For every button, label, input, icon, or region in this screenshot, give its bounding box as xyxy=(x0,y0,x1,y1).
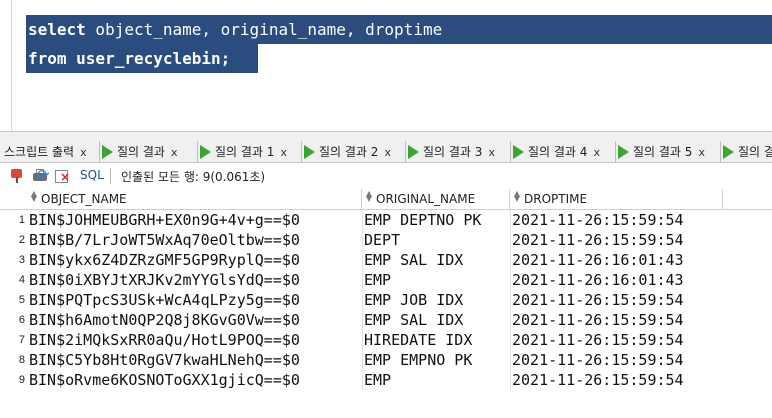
row-number-header xyxy=(0,189,27,209)
tab-query-result[interactable]: 질의 결과 x xyxy=(99,141,178,162)
sql-editor[interactable]: select object_name, original_name, dropt… xyxy=(0,0,772,131)
cell-original-name[interactable]: EMP JOB IDX xyxy=(364,290,510,310)
tab-label: 질의 결과 3 xyxy=(423,145,483,159)
play-icon xyxy=(618,145,629,159)
play-icon xyxy=(513,145,524,159)
tab-close-icon[interactable]: x xyxy=(171,146,178,159)
tab-close-icon[interactable]: x xyxy=(593,146,600,159)
select-columns: object_name, original_name, droptime xyxy=(85,20,443,39)
sql-button[interactable]: SQL xyxy=(80,168,104,182)
tab-close-icon[interactable]: x xyxy=(80,146,87,159)
tab-close-icon[interactable]: x xyxy=(698,146,705,159)
tab-query-result-4[interactable]: 질의 결과 4 x xyxy=(510,141,600,162)
row-number: 8 xyxy=(18,354,25,366)
tab-query-result-2[interactable]: 질의 결과 2 x xyxy=(301,141,391,162)
sort-icon[interactable]: ▲ ▼ xyxy=(30,190,38,203)
code-line-2[interactable]: from user_recyclebin; xyxy=(26,44,258,73)
cell-object-name[interactable]: BIN$JOHMEUBGRH+EX0n9G+4v+g==$0 xyxy=(29,210,362,230)
cell-object-name[interactable]: BIN$ykx6Z4DZRzGMF5GP9RyplQ==$0 xyxy=(29,250,362,270)
row-number: 3 xyxy=(18,254,25,266)
tab-close-icon[interactable]: x xyxy=(488,146,495,159)
column-header-droptime[interactable]: ▲ ▼ DROPTIME xyxy=(510,189,723,209)
row-number: 9 xyxy=(18,374,25,386)
row-number: 1 xyxy=(18,214,25,226)
tab-label: 질의 결과 1 xyxy=(215,145,275,159)
tab-label: 질의 결 xyxy=(738,145,772,159)
tab-query-result-3[interactable]: 질의 결과 3 x xyxy=(405,141,495,162)
refresh-icon[interactable]: ⟳ xyxy=(37,167,53,183)
cell-object-name[interactable]: BIN$0iXBYJtXRJKv2mYYGlsYdQ==$0 xyxy=(29,270,362,290)
tab-script-output[interactable]: 스크립트 출력 x xyxy=(4,141,87,162)
cell-droptime[interactable]: 2021-11-26:15:59:54 xyxy=(512,350,772,370)
results-toolbar: ⟳ × SQL 인출된 모든 행: 9(0.061초) xyxy=(0,163,772,189)
cell-original-name[interactable]: EMP xyxy=(364,370,510,390)
row-number: 5 xyxy=(18,294,25,306)
cell-droptime[interactable]: 2021-11-26:15:59:54 xyxy=(512,310,772,330)
column-header-object-name[interactable]: ▲ ▼ OBJECT_NAME xyxy=(27,189,362,209)
cell-original-name[interactable]: EMP xyxy=(364,270,510,290)
tab-label: 질의 결과 2 xyxy=(319,145,379,159)
select-keyword: select xyxy=(28,20,86,39)
cell-droptime[interactable]: 2021-11-26:16:01:43 xyxy=(512,270,772,290)
play-icon xyxy=(102,145,113,159)
play-icon xyxy=(408,145,419,159)
table-row[interactable]: 4 BIN$0iXBYJtXRJKv2mYYGlsYdQ==$0 EMP 2021-1… xyxy=(0,270,772,290)
tab-label: 질의 결과 xyxy=(117,145,165,159)
results-grid[interactable]: ▲ ▼ OBJECT_NAME ▲ ▼ ORIGINAL_NAME ▲ ▼ DROPTIME… xyxy=(0,189,772,418)
fetch-status: 인출된 모든 행: 9(0.061초) xyxy=(121,170,266,184)
tab-label: 질의 결과 5 xyxy=(633,145,693,159)
play-icon xyxy=(304,145,315,159)
cell-original-name[interactable]: HIREDATE IDX xyxy=(364,330,510,350)
cell-droptime[interactable]: 2021-11-26:16:01:43 xyxy=(512,250,772,270)
cell-original-name[interactable]: EMP SAL IDX xyxy=(364,310,510,330)
table-row[interactable]: 1 BIN$JOHMEUBGRH+EX0n9G+4v+g==$0 EMP DEPTN… xyxy=(0,210,772,230)
tab-close-icon[interactable]: x xyxy=(384,146,391,159)
table-row[interactable]: 9 BIN$oRvme6KOSNOToGXX1gjicQ==$0 EMP 2021-1… xyxy=(0,370,772,390)
tab-label: 질의 결과 4 xyxy=(528,145,588,159)
row-number: 6 xyxy=(18,314,25,326)
cell-original-name[interactable]: EMP EMPNO PK xyxy=(364,350,510,370)
cell-object-name[interactable]: BIN$B/7LrJoWT5WxAq70eOltbw==$0 xyxy=(29,230,362,250)
cell-object-name[interactable]: BIN$h6AmotN0QP2Q8j8KGvG0Vw==$0 xyxy=(29,310,362,330)
tab-label: 스크립트 출력 xyxy=(4,145,75,159)
column-header-original-name[interactable]: ▲ ▼ ORIGINAL_NAME xyxy=(362,189,510,209)
editor-gutter-divider xyxy=(11,0,12,131)
cell-original-name[interactable]: EMP SAL IDX xyxy=(364,250,510,270)
cell-droptime[interactable]: 2021-11-26:15:59:54 xyxy=(512,330,772,350)
cell-object-name[interactable]: BIN$PQTpcS3USk+WcA4qLPzy5g==$0 xyxy=(29,290,362,310)
cell-droptime[interactable]: 2021-11-26:15:59:54 xyxy=(512,290,772,310)
row-number: 4 xyxy=(18,274,25,286)
cell-object-name[interactable]: BIN$C5Yb8Ht0RgGV7kwaHLNehQ==$0 xyxy=(29,350,362,370)
table-row[interactable]: 2 BIN$B/7LrJoWT5WxAq70eOltbw==$0 DEPT 2021-… xyxy=(0,230,772,250)
tab-close-icon[interactable]: x xyxy=(280,146,287,159)
pin-icon[interactable] xyxy=(9,168,25,184)
cell-object-name[interactable]: BIN$oRvme6KOSNOToGXX1gjicQ==$0 xyxy=(29,370,362,390)
cell-original-name[interactable]: EMP DEPTNO PK xyxy=(364,210,510,230)
table-row[interactable]: 8 BIN$C5Yb8Ht0RgGV7kwaHLNehQ==$0 EMP EMPNO… xyxy=(0,350,772,370)
cell-original-name[interactable]: DEPT xyxy=(364,230,510,250)
table-row[interactable]: 7 BIN$2iMQkSxRR0aQu/HotL9POQ==$0 HIREDATE … xyxy=(0,330,772,350)
sort-icon[interactable]: ▲ ▼ xyxy=(513,190,521,203)
play-icon xyxy=(723,145,734,159)
code-line-1[interactable]: select object_name, original_name, dropt… xyxy=(26,15,772,44)
cell-droptime[interactable]: 2021-11-26:15:59:54 xyxy=(512,370,772,390)
cell-object-name[interactable]: BIN$2iMQkSxRR0aQu/HotL9POQ==$0 xyxy=(29,330,362,350)
tab-query-result-1[interactable]: 질의 결과 1 x xyxy=(197,141,287,162)
table-row[interactable]: 5 BIN$PQTpcS3USk+WcA4qLPzy5g==$0 EMP JOB I… xyxy=(0,290,772,310)
sort-icon[interactable]: ▲ ▼ xyxy=(365,190,373,203)
tab-query-result-6[interactable]: 질의 결 xyxy=(720,141,772,162)
row-number: 7 xyxy=(18,334,25,346)
results-tab-bar: 스크립트 출력 x 질의 결과 x 질의 결과 1 x 질의 결과 2 x 질의 결과 … xyxy=(0,131,772,163)
cell-droptime[interactable]: 2021-11-26:15:59:54 xyxy=(512,210,772,230)
cell-droptime[interactable]: 2021-11-26:15:59:54 xyxy=(512,230,772,250)
play-icon xyxy=(200,145,211,159)
table-row[interactable]: 6 BIN$h6AmotN0QP2Q8j8KGvG0Vw==$0 EMP SAL I… xyxy=(0,310,772,330)
clear-icon[interactable]: × xyxy=(55,168,71,184)
tab-query-result-5[interactable]: 질의 결과 5 x xyxy=(615,141,705,162)
row-number: 2 xyxy=(18,234,25,246)
toolbar-divider xyxy=(110,168,111,184)
table-row[interactable]: 3 BIN$ykx6Z4DZRzGMF5GP9RyplQ==$0 EMP SAL I… xyxy=(0,250,772,270)
